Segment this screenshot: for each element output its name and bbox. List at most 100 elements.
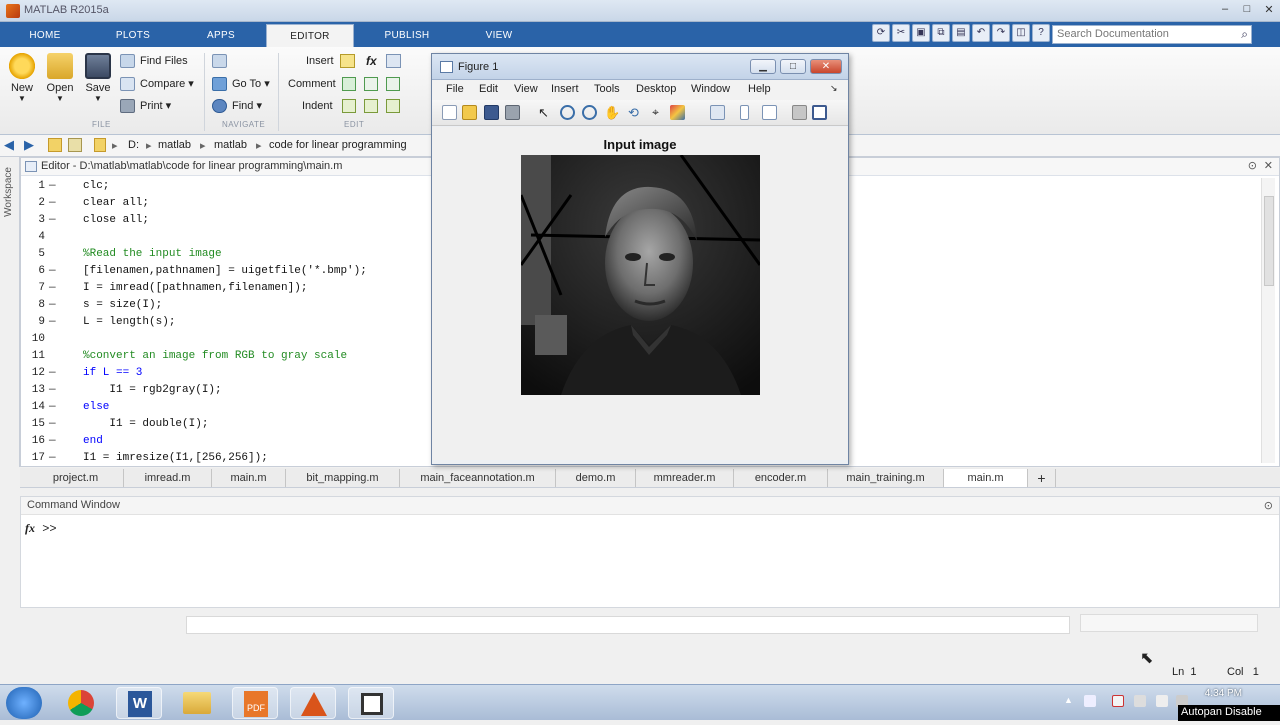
hide-plot-tools-icon[interactable] bbox=[792, 105, 807, 120]
open-button[interactable]: Open ▼ bbox=[42, 53, 78, 103]
tab-plots[interactable]: PLOTS bbox=[90, 24, 176, 47]
smart-indent-icon[interactable] bbox=[342, 99, 356, 113]
figure-canvas[interactable]: Input image bbox=[432, 127, 848, 460]
rotate-3d-icon[interactable]: ⟲ bbox=[626, 105, 641, 120]
flag-icon[interactable] bbox=[1134, 695, 1146, 707]
figure-close-button[interactable]: ✕ bbox=[810, 59, 842, 74]
matlab-taskbar-button[interactable] bbox=[290, 687, 336, 719]
code-line[interactable]: 11 %convert an image from RGB to gray sca… bbox=[21, 348, 451, 365]
navigate-back-button[interactable] bbox=[212, 52, 232, 70]
display-icon[interactable] bbox=[1156, 695, 1168, 707]
pan-hand-icon[interactable]: ✋ bbox=[604, 105, 620, 120]
command-window-options-icon[interactable]: ⊙ bbox=[1264, 499, 1273, 512]
new-button[interactable]: New ▼ bbox=[4, 53, 40, 103]
insert-section-icon[interactable] bbox=[340, 54, 355, 68]
breadcrumb-drive[interactable]: D: bbox=[128, 139, 139, 151]
figure-maximize-button[interactable]: □ bbox=[780, 59, 806, 74]
code-line[interactable]: 9 — L = length(s); bbox=[21, 314, 451, 331]
find-files-button[interactable]: Find Files bbox=[120, 52, 188, 70]
system-clock[interactable]: 4:34 PM bbox=[1205, 688, 1242, 699]
file-tab[interactable]: encoder.m bbox=[734, 469, 828, 487]
code-line[interactable]: 1 — clc; bbox=[21, 178, 451, 195]
breakpoint-marker[interactable]: — bbox=[49, 399, 56, 416]
editor-options-icon[interactable]: ⊙ bbox=[1248, 159, 1257, 172]
fx-icon[interactable]: fx bbox=[25, 521, 35, 535]
fx-icon[interactable]: fx bbox=[366, 54, 377, 68]
maximize-button[interactable]: □ bbox=[1238, 3, 1256, 18]
tab-home[interactable]: HOME bbox=[2, 24, 88, 47]
code-line[interactable]: 7 — I = imread([pathnamen,filenamen]); bbox=[21, 280, 451, 297]
menu-window[interactable]: Window bbox=[691, 83, 730, 95]
tray-expand-icon[interactable]: ▲ bbox=[1064, 695, 1073, 705]
breadcrumb-item[interactable]: matlab bbox=[214, 139, 247, 151]
breakpoint-marker[interactable]: — bbox=[49, 263, 56, 280]
close-window-button[interactable]: ✕ bbox=[1260, 3, 1278, 18]
code-line[interactable]: 8 — s = size(I); bbox=[21, 297, 451, 314]
uncomment-icon[interactable] bbox=[364, 77, 378, 91]
find-button[interactable]: Find ▾ bbox=[212, 97, 262, 115]
tab-editor[interactable]: EDITOR bbox=[266, 24, 354, 47]
editor-close-icon[interactable]: ✕ bbox=[1264, 159, 1273, 172]
tab-view[interactable]: VIEW bbox=[456, 24, 542, 47]
colorbar-icon[interactable] bbox=[740, 105, 749, 120]
breakpoint-marker[interactable]: — bbox=[49, 416, 56, 433]
menu-dock-arrow-icon[interactable]: ↘ bbox=[830, 83, 838, 94]
up-folder-icon[interactable] bbox=[48, 138, 62, 152]
tab-publish[interactable]: PUBLISH bbox=[362, 24, 452, 47]
comment-button[interactable]: Comment bbox=[268, 75, 336, 93]
cut-icon[interactable]: ✂ bbox=[892, 24, 910, 42]
print-figure-icon[interactable] bbox=[505, 105, 520, 120]
tab-apps[interactable]: APPS bbox=[178, 24, 264, 47]
paste-icon[interactable]: ▤ bbox=[952, 24, 970, 42]
pdf-taskbar-button[interactable]: PDF bbox=[232, 687, 278, 719]
file-tab[interactable]: project.m bbox=[28, 469, 124, 487]
show-plot-tools-icon[interactable] bbox=[812, 105, 827, 120]
comment-percent-icon[interactable] bbox=[342, 77, 356, 91]
zoom-in-icon[interactable] bbox=[560, 105, 575, 120]
menu-edit[interactable]: Edit bbox=[479, 83, 498, 95]
browse-folder-icon[interactable] bbox=[68, 138, 82, 152]
explorer-taskbar-button[interactable] bbox=[174, 687, 220, 719]
indent-button[interactable]: Indent bbox=[282, 97, 333, 115]
back-arrow-icon[interactable]: ◀ bbox=[4, 137, 14, 153]
figure-title-bar[interactable]: Figure 1 ▁ □ ✕ bbox=[432, 54, 848, 80]
redo-icon[interactable]: ↷ bbox=[992, 24, 1010, 42]
breakpoint-marker[interactable]: — bbox=[49, 382, 56, 399]
file-tab[interactable]: mmreader.m bbox=[636, 469, 734, 487]
workspace-collapsed-panel[interactable]: Workspace bbox=[0, 157, 20, 467]
file-tab[interactable]: demo.m bbox=[556, 469, 636, 487]
code-line[interactable]: 10 bbox=[21, 331, 451, 348]
zoom-out-icon[interactable] bbox=[582, 105, 597, 120]
save-icon[interactable]: ▣ bbox=[912, 24, 930, 42]
command-window[interactable]: Command Window ⊙ fx >> bbox=[20, 496, 1280, 608]
chrome-taskbar-button[interactable] bbox=[58, 687, 104, 719]
save-figure-icon[interactable] bbox=[484, 105, 499, 120]
menu-desktop[interactable]: Desktop bbox=[636, 83, 676, 95]
breakpoint-marker[interactable]: — bbox=[49, 297, 56, 314]
code-line[interactable]: 3 — close all; bbox=[21, 212, 451, 229]
scrollbar-thumb[interactable] bbox=[1264, 196, 1274, 286]
figure-window[interactable]: Figure 1 ▁ □ ✕ File Edit View Insert Too… bbox=[431, 53, 849, 465]
editor-scrollbar[interactable] bbox=[1261, 178, 1275, 463]
menu-help[interactable]: Help bbox=[748, 83, 771, 95]
breakpoint-marker[interactable]: — bbox=[49, 178, 56, 195]
file-tab[interactable]: imread.m bbox=[124, 469, 212, 487]
breadcrumb-item[interactable]: matlab bbox=[158, 139, 191, 151]
code-line[interactable]: 17 — I1 = imresize(I1,[256,256]); bbox=[21, 450, 451, 467]
code-line[interactable]: 6 — [filenamen,pathnamen] = uigetfile('*.b… bbox=[21, 263, 451, 280]
code-line[interactable]: 5 %Read the input image bbox=[21, 246, 451, 263]
switch-windows-icon[interactable]: ◫ bbox=[1012, 24, 1030, 42]
code-line[interactable]: 4 bbox=[21, 229, 451, 246]
breakpoint-marker[interactable]: — bbox=[49, 280, 56, 297]
figure-minimize-button[interactable]: ▁ bbox=[750, 59, 776, 74]
word-taskbar-button[interactable]: W bbox=[116, 687, 162, 719]
copy-icon[interactable]: ⧉ bbox=[932, 24, 950, 42]
code-line[interactable]: 15 — I1 = double(I); bbox=[21, 416, 451, 433]
brush-icon[interactable] bbox=[670, 105, 685, 120]
menu-file[interactable]: File bbox=[446, 83, 464, 95]
command-prompt[interactable]: fx >> bbox=[25, 521, 57, 536]
breakpoint-marker[interactable]: — bbox=[49, 212, 56, 229]
network-icon[interactable] bbox=[1112, 695, 1124, 707]
open-file-icon[interactable] bbox=[462, 105, 477, 120]
new-figure-icon[interactable] bbox=[442, 105, 457, 120]
